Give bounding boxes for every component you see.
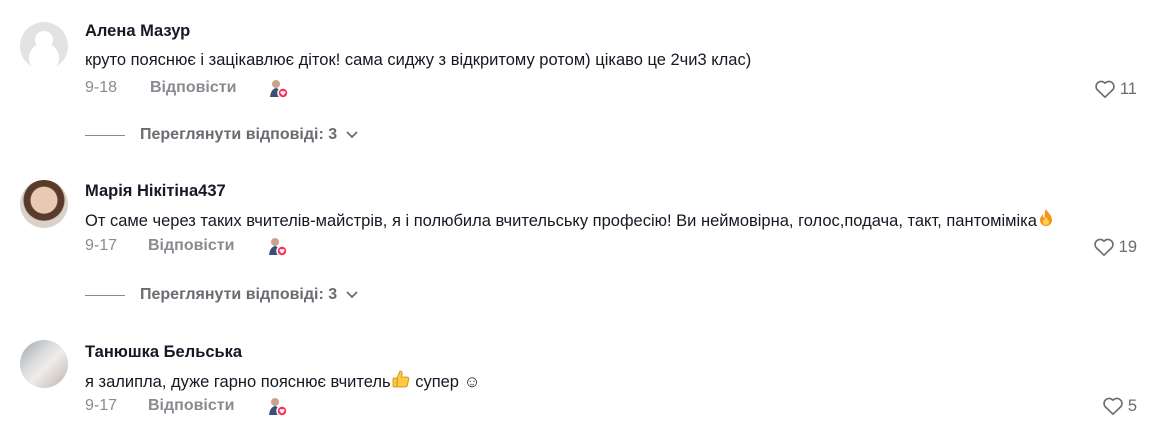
comment-author[interactable]: Марія Нікітіна437 bbox=[85, 182, 226, 201]
comment-date: 9-18 bbox=[85, 79, 118, 96]
thumbs-up-icon bbox=[391, 369, 411, 394]
comment-text-body: От саме через таких вчителів-майстрів, я… bbox=[85, 212, 1037, 230]
chevron-down-icon bbox=[346, 131, 358, 139]
avatar[interactable] bbox=[20, 180, 68, 228]
like-count: 11 bbox=[1119, 79, 1137, 98]
reply-button[interactable]: Відповісти bbox=[148, 397, 234, 415]
creator-liked-icon bbox=[266, 236, 288, 258]
heart-icon bbox=[1095, 80, 1115, 98]
view-replies-button[interactable]: Переглянути відповіді: 3 bbox=[85, 126, 359, 144]
comment-text-start: я залипла, дуже гарно пояснює вчитель bbox=[85, 373, 391, 391]
view-replies-label: Переглянути відповіді: 3 bbox=[140, 126, 338, 143]
reply-button[interactable]: Відповісти bbox=[148, 237, 234, 255]
like-button[interactable]: 19 bbox=[1093, 237, 1137, 257]
comment-author[interactable]: Танюшка Бельська bbox=[85, 343, 242, 362]
comment-text: От саме через таких вчителів-майстрів, я… bbox=[85, 208, 1055, 233]
like-button[interactable]: 5 bbox=[1102, 396, 1137, 416]
like-count: 5 bbox=[1127, 396, 1137, 415]
comment-date: 9-17 bbox=[85, 397, 118, 414]
heart-icon bbox=[1093, 238, 1114, 256]
divider-line bbox=[85, 134, 125, 136]
comment-text-end: супер ☺ bbox=[410, 373, 481, 391]
avatar[interactable] bbox=[20, 22, 68, 70]
comment-date: 9-17 bbox=[85, 237, 118, 254]
comment-text: круто пояснює і зацікавлює діток! сама с… bbox=[85, 51, 752, 69]
fire-icon bbox=[1037, 208, 1055, 233]
avatar[interactable] bbox=[20, 340, 68, 388]
reply-button[interactable]: Відповісти bbox=[150, 79, 236, 97]
creator-liked-icon bbox=[266, 396, 288, 418]
view-replies-button[interactable]: Переглянути відповіді: 3 bbox=[85, 286, 359, 304]
comment-text: я залипла, дуже гарно пояснює вчитель су… bbox=[85, 369, 480, 394]
divider-line bbox=[85, 294, 125, 296]
comment-author[interactable]: Алена Мазур bbox=[85, 22, 190, 41]
like-count: 19 bbox=[1118, 237, 1137, 256]
creator-liked-icon bbox=[267, 78, 289, 100]
like-button[interactable]: 11 bbox=[1094, 79, 1137, 99]
view-replies-label: Переглянути відповіді: 3 bbox=[140, 286, 338, 303]
chevron-down-icon bbox=[346, 291, 358, 299]
heart-icon bbox=[1103, 397, 1123, 415]
